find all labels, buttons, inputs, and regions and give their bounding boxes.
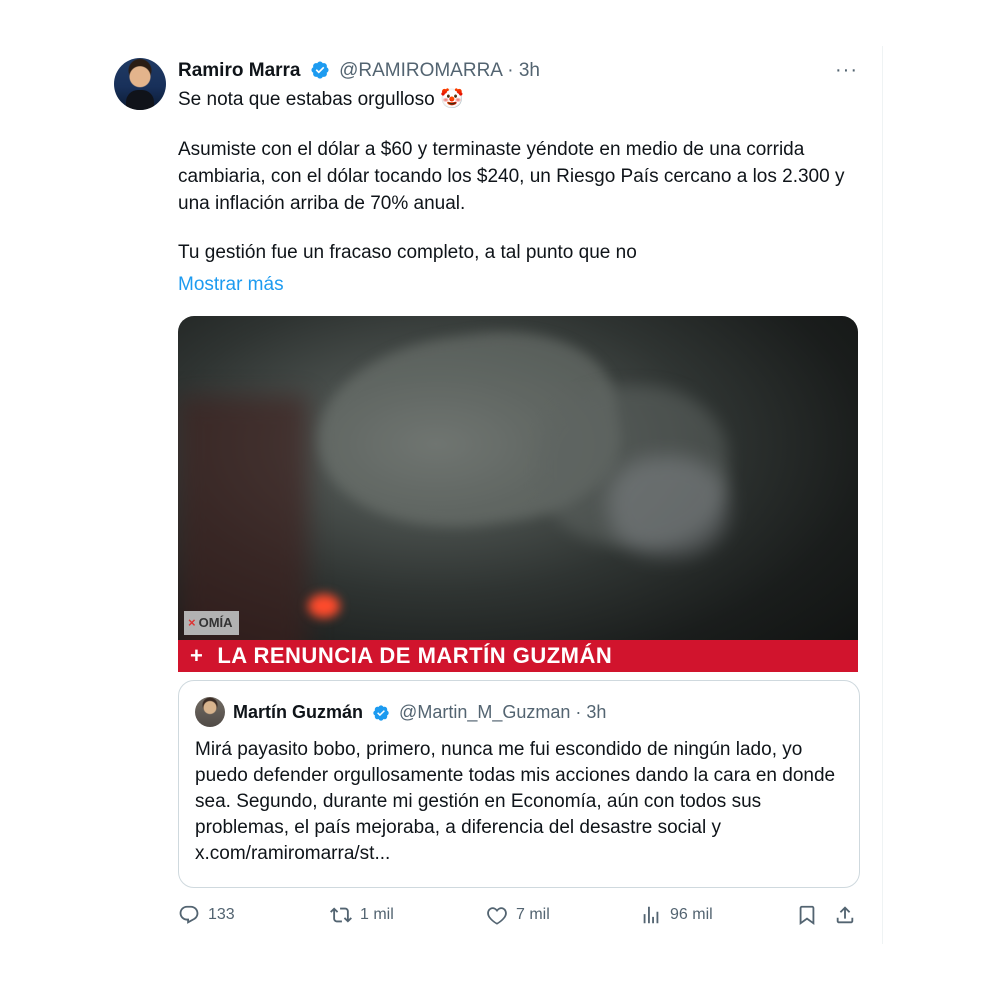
views-icon bbox=[640, 904, 662, 926]
retweet-count: 1 mil bbox=[360, 906, 394, 923]
more-options-icon[interactable]: ··· bbox=[835, 58, 858, 82]
retweet-icon bbox=[330, 904, 352, 926]
tweet-actions: 133 1 mil 7 mil 96 mil bbox=[178, 904, 858, 932]
quoted-tweet-time[interactable]: 3h bbox=[586, 702, 606, 722]
verified-badge-icon bbox=[311, 61, 329, 79]
show-more-link[interactable]: Mostrar más bbox=[178, 272, 284, 298]
section-label: OMÍA bbox=[198, 615, 233, 630]
quoted-tweet[interactable]: Martín Guzmán @Martin_M_Guzman · 3h Mirá… bbox=[178, 680, 860, 888]
reply-icon bbox=[178, 904, 200, 926]
media-red-light bbox=[308, 594, 340, 618]
heart-icon bbox=[486, 904, 508, 926]
quoted-author-avatar[interactable] bbox=[195, 697, 225, 727]
like-count: 7 mil bbox=[516, 906, 550, 923]
views-button[interactable]: 96 mil bbox=[640, 904, 713, 926]
like-button[interactable]: 7 mil bbox=[486, 904, 550, 926]
tweet-time[interactable]: 3h bbox=[519, 60, 540, 81]
author-avatar[interactable] bbox=[114, 58, 166, 110]
tweet-header: Ramiro Marra @RAMIROMARRA · 3h bbox=[178, 58, 862, 84]
reply-count: 133 bbox=[208, 906, 235, 923]
banner-plus-icon: + bbox=[190, 643, 204, 668]
separator-dot: · bbox=[507, 60, 519, 81]
banner-text: LA RENUNCIA DE MARTÍN GUZMÁN bbox=[217, 643, 613, 668]
bookmark-button[interactable] bbox=[796, 904, 818, 926]
tweet-card[interactable]: Ramiro Marra @RAMIROMARRA · 3h ··· Se no… bbox=[108, 46, 883, 944]
tweet-text-line-3: Tu gestión fue un fracaso completo, a ta… bbox=[178, 242, 637, 263]
tweet-text-line-1: Se nota que estabas orgulloso 🤡 bbox=[178, 89, 464, 110]
media-banner: + LA RENUNCIA DE MARTÍN GUZMÁN bbox=[178, 640, 858, 672]
quoted-tweet-text: Mirá payasito bobo, primero, nunca me fu… bbox=[195, 739, 836, 864]
media-figure-3 bbox=[608, 456, 728, 556]
reply-button[interactable]: 133 bbox=[178, 904, 235, 926]
quoted-author-name[interactable]: Martín Guzmán bbox=[233, 702, 363, 722]
share-button[interactable] bbox=[834, 904, 856, 926]
share-icon bbox=[834, 904, 856, 926]
views-count: 96 mil bbox=[670, 906, 713, 923]
quoted-verified-badge-icon bbox=[373, 705, 389, 721]
retweet-button[interactable]: 1 mil bbox=[330, 904, 394, 926]
quoted-separator-dot: · bbox=[575, 702, 587, 722]
media-section-tag: × OMÍA bbox=[184, 611, 239, 635]
quoted-tweet-header: Martín Guzmán @Martin_M_Guzman · 3h bbox=[233, 699, 606, 725]
tweet-text-line-2: Asumiste con el dólar a $60 y terminaste… bbox=[178, 139, 845, 214]
tweet-text: Se nota que estabas orgulloso 🤡 Asumiste… bbox=[178, 86, 868, 288]
tweet-media-video[interactable]: × OMÍA + LA RENUNCIA DE MARTÍN GUZMÁN bbox=[178, 316, 858, 672]
quoted-author-handle[interactable]: @Martin_M_Guzman bbox=[399, 702, 570, 722]
bookmark-icon bbox=[796, 904, 818, 926]
section-close-icon: × bbox=[188, 615, 196, 630]
author-name[interactable]: Ramiro Marra bbox=[178, 60, 301, 81]
author-handle[interactable]: @RAMIROMARRA bbox=[339, 60, 502, 81]
